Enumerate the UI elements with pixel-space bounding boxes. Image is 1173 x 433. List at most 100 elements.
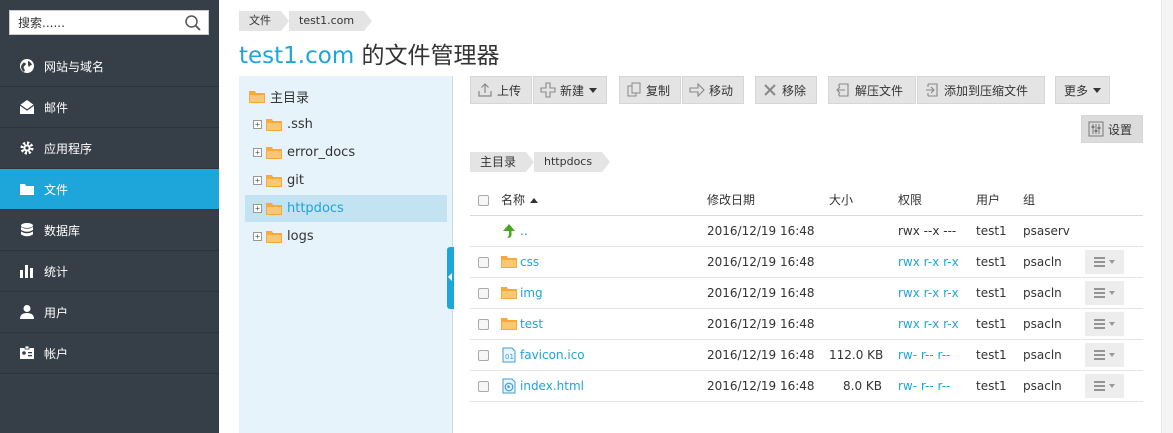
row-permissions-link[interactable]: rw- r-- r-- [898, 379, 950, 393]
row-menu-button[interactable] [1085, 249, 1124, 274]
row-modified: 2016/12/19 16:48 [707, 308, 829, 340]
select-all-checkbox[interactable] [478, 194, 489, 206]
table-row: index.html 2016/12/19 16:48 8.0 KB rw- r… [470, 370, 1143, 402]
row-user: test1 [976, 370, 1023, 402]
collapse-tree-handle[interactable] [447, 247, 454, 309]
page-title-domain[interactable]: test1.com [239, 43, 354, 69]
more-button[interactable]: 更多 [1055, 76, 1110, 104]
column-header-size[interactable]: 大小 [829, 185, 898, 216]
file-name-link[interactable]: img [520, 286, 543, 300]
expand-icon[interactable]: + [253, 176, 262, 185]
sidebar-item-mail[interactable]: 邮件 [0, 87, 219, 128]
expand-icon[interactable]: + [253, 120, 262, 129]
row-permissions-link[interactable]: rwx r-x r-x [898, 317, 959, 331]
row-menu-button[interactable] [1085, 342, 1124, 367]
move-button[interactable]: 移动 [682, 76, 744, 104]
search-icon[interactable] [184, 14, 202, 32]
breadcrumb-item-domain[interactable]: test1.com [289, 11, 373, 31]
column-header-user[interactable]: 用户 [976, 185, 1023, 216]
folder-tree: 主目录 + .ssh + error_docs + git + httpdocs… [239, 76, 453, 433]
search-input[interactable] [10, 11, 180, 34]
upload-button[interactable]: 上传 [470, 76, 532, 104]
file-name-link[interactable]: test [520, 317, 543, 331]
new-label: 新建 [560, 83, 585, 98]
table-row: css 2016/12/19 16:48 rwx r-x r-x test1 p… [470, 246, 1143, 278]
row-checkbox[interactable] [478, 380, 489, 392]
archive-icon [926, 83, 938, 97]
row-permissions: rwx --x --- [898, 215, 976, 247]
breadcrumb-item-files[interactable]: 文件 [239, 11, 289, 31]
move-label: 移动 [709, 83, 734, 98]
row-modified: 2016/12/19 16:48 [707, 339, 829, 371]
row-menu-button[interactable] [1085, 280, 1124, 305]
file-name-link[interactable]: favicon.ico [520, 348, 585, 362]
tree-item-logs[interactable]: + logs [253, 223, 443, 250]
column-header-name[interactable]: 名称 [501, 185, 707, 216]
row-menu-button[interactable] [1085, 311, 1124, 336]
expand-icon[interactable]: + [253, 232, 262, 241]
file-table: 名称 修改日期 大小 权限 用户 组 .. 2016/12/19 16:48 r… [470, 185, 1143, 402]
sidebar: 网站与域名 邮件 应用程序 文件 数据库 统计 用户 帐户 [0, 0, 219, 433]
extract-button[interactable]: 解压文件 [828, 76, 916, 104]
tree-item-label: httpdocs [287, 201, 344, 216]
parent-directory-link[interactable]: .. [520, 224, 528, 238]
expand-icon[interactable]: + [253, 148, 262, 157]
user-icon [19, 304, 35, 320]
settings-button[interactable]: 设置 [1081, 115, 1143, 143]
row-checkbox[interactable] [478, 287, 489, 299]
tree-item-label: git [287, 173, 304, 188]
row-permissions-link[interactable]: rw- r-- r-- [898, 348, 950, 362]
main-content: 文件 test1.com test1.com 的文件管理器 主目录 + .ssh… [219, 0, 1173, 433]
folder-icon [266, 119, 282, 131]
sidebar-item-statistics[interactable]: 统计 [0, 251, 219, 292]
tree-item-label: 主目录 [270, 91, 310, 106]
sidebar-item-label: 帐户 [44, 346, 69, 361]
tree-item-root[interactable]: 主目录 [249, 83, 439, 110]
row-checkbox[interactable] [478, 256, 489, 268]
add-to-archive-button[interactable]: 添加到压缩文件 [917, 76, 1045, 104]
column-header-group[interactable]: 组 [1023, 185, 1085, 216]
tree-item-error-docs[interactable]: + error_docs [253, 139, 443, 166]
row-checkbox[interactable] [478, 349, 489, 361]
copy-button[interactable]: 复制 [619, 76, 681, 104]
row-checkbox[interactable] [478, 318, 489, 330]
file-name-link[interactable]: css [520, 255, 539, 269]
menu-icon [1093, 349, 1115, 360]
upload-icon [478, 83, 492, 97]
tree-item-label: error_docs [287, 145, 356, 160]
folder-icon [501, 317, 517, 330]
row-menu-button[interactable] [1085, 373, 1124, 398]
new-button[interactable]: 新建 [533, 76, 607, 104]
sidebar-item-websites-domains[interactable]: 网站与域名 [0, 46, 219, 87]
chevron-down-icon [1093, 87, 1102, 93]
path-item-home[interactable]: 主目录 [470, 152, 535, 172]
tree-item-httpdocs[interactable]: + httpdocs [245, 195, 447, 222]
row-modified: 2016/12/19 16:48 [707, 246, 829, 278]
svg-text:01: 01 [505, 353, 514, 361]
row-group: psacln [1023, 370, 1085, 402]
row-user: test1 [976, 215, 1023, 247]
html-file-icon [502, 378, 516, 393]
column-header-permissions[interactable]: 权限 [898, 185, 976, 216]
sidebar-item-databases[interactable]: 数据库 [0, 210, 219, 251]
vertical-scrollbar[interactable] [1161, 0, 1173, 433]
column-header-modified[interactable]: 修改日期 [707, 185, 829, 216]
remove-button[interactable]: 移除 [755, 76, 817, 104]
extract-icon [836, 83, 849, 97]
sidebar-item-label: 文件 [44, 182, 69, 197]
row-permissions-link[interactable]: rwx r-x r-x [898, 255, 959, 269]
expand-icon[interactable]: + [253, 204, 262, 213]
sidebar-item-users[interactable]: 用户 [0, 292, 219, 333]
row-user: test1 [976, 339, 1023, 371]
row-permissions-link[interactable]: rwx r-x r-x [898, 286, 959, 300]
tree-item-git[interactable]: + git [253, 167, 443, 194]
path-item-httpdocs[interactable]: httpdocs [534, 152, 611, 172]
sidebar-item-files[interactable]: 文件 [0, 169, 219, 210]
row-modified: 2016/12/19 16:48 [707, 370, 829, 402]
sidebar-item-applications[interactable]: 应用程序 [0, 128, 219, 169]
move-arrow-icon [689, 82, 705, 98]
file-name-link[interactable]: index.html [520, 379, 584, 393]
sidebar-item-account[interactable]: 帐户 [0, 333, 219, 374]
sidebar-nav: 网站与域名 邮件 应用程序 文件 数据库 统计 用户 帐户 [0, 46, 219, 374]
tree-item-ssh[interactable]: + .ssh [253, 111, 443, 138]
